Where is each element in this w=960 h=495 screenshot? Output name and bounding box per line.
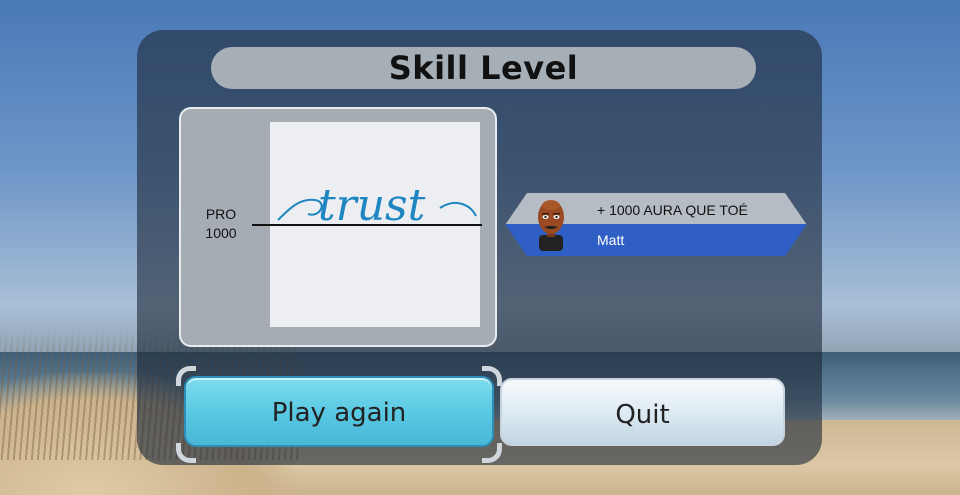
- play-again-label: Play again: [271, 398, 407, 428]
- trust-script-image: trust: [277, 180, 477, 231]
- player-name: Matt: [597, 232, 625, 248]
- quit-label: Quit: [615, 400, 670, 430]
- player-status: + 1000 AURA QUE TOÉ: [597, 202, 748, 218]
- rank-label: PRO 1000: [198, 205, 244, 243]
- rank-tier: PRO: [205, 206, 237, 222]
- quit-button[interactable]: Quit: [500, 378, 785, 446]
- skill-level-line: [252, 224, 482, 226]
- title-bar: Skill Level: [211, 47, 756, 89]
- page-title: Skill Level: [388, 49, 579, 87]
- mii-avatar-icon: [538, 200, 564, 251]
- play-again-button[interactable]: Play again: [184, 376, 494, 447]
- rank-points: 1000: [205, 225, 237, 241]
- player-card: + 1000 AURA QUE TOÉ Matt: [505, 193, 807, 256]
